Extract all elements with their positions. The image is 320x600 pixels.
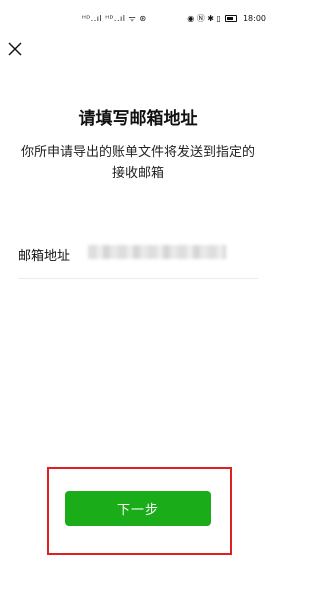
email-label: 邮箱地址 bbox=[18, 249, 71, 264]
page-description: 你所申请导出的账单文件将发送到指定的接收邮箱 bbox=[20, 145, 255, 181]
status-bar: ᴴᴰ..ıl ᴴᴰ..ıl ᯤ ⊛ ◉ Ⓝ ✱ ▯ 18:00 bbox=[0, 0, 276, 32]
battery-icon bbox=[224, 15, 237, 22]
status-right-group: ◉ Ⓝ ✱ ▯ 18:00 bbox=[187, 13, 266, 24]
close-icon[interactable] bbox=[6, 40, 24, 58]
email-field[interactable] bbox=[88, 243, 226, 261]
status-icons: ◉ Ⓝ ✱ ▯ bbox=[187, 14, 221, 23]
status-time: 18:00 bbox=[242, 14, 266, 23]
next-step-button[interactable]: 下一步 bbox=[65, 491, 211, 526]
email-row: 邮箱地址 bbox=[18, 234, 258, 279]
signal-indicators: ᴴᴰ..ıl ᴴᴰ..ıl ᯤ ⊛ bbox=[82, 14, 147, 23]
page-title: 请填写邮箱地址 bbox=[78, 109, 198, 129]
